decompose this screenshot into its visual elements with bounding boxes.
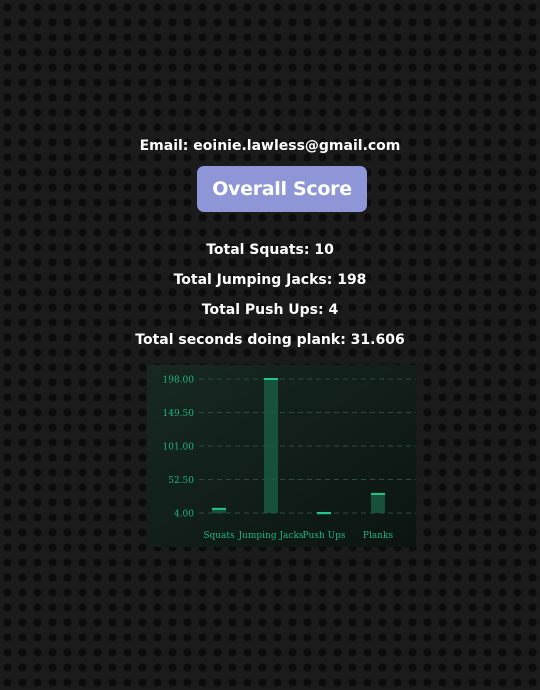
chart-svg: 198.00 149.50 101.00 52.50 4.00 Squats Jumping… [147, 365, 416, 547]
user-email: Email: eoinie.lawless@gmail.com [139, 138, 401, 154]
overall-score-button[interactable]: Overall Score [197, 166, 367, 212]
y-tick-label: 149.50 [163, 409, 195, 419]
stat-total-squats: Total Squats: 10 [206, 242, 334, 258]
stat-total-plank-seconds: Total seconds doing plank: 31.606 [135, 332, 405, 348]
y-tick-label: 101.00 [163, 443, 195, 453]
stat-total-jumping-jacks: Total Jumping Jacks: 198 [173, 272, 367, 288]
chart-background [147, 365, 416, 547]
x-tick-label: Jumping Jacks [237, 531, 303, 541]
x-tick-label: Planks [363, 531, 394, 541]
y-tick-label: 4.00 [174, 510, 194, 520]
exercise-bar-chart: 198.00 149.50 101.00 52.50 4.00 Squats Jumping… [147, 365, 416, 547]
y-tick-label: 52.50 [168, 476, 194, 486]
bar-planks [371, 493, 385, 513]
y-tick-label: 198.00 [163, 376, 195, 386]
x-tick-label: Squats [203, 531, 235, 541]
x-tick-label: Push Ups [302, 531, 345, 541]
stat-total-push-ups: Total Push Ups: 4 [201, 302, 339, 318]
bar-jumping-jacks [264, 379, 278, 513]
